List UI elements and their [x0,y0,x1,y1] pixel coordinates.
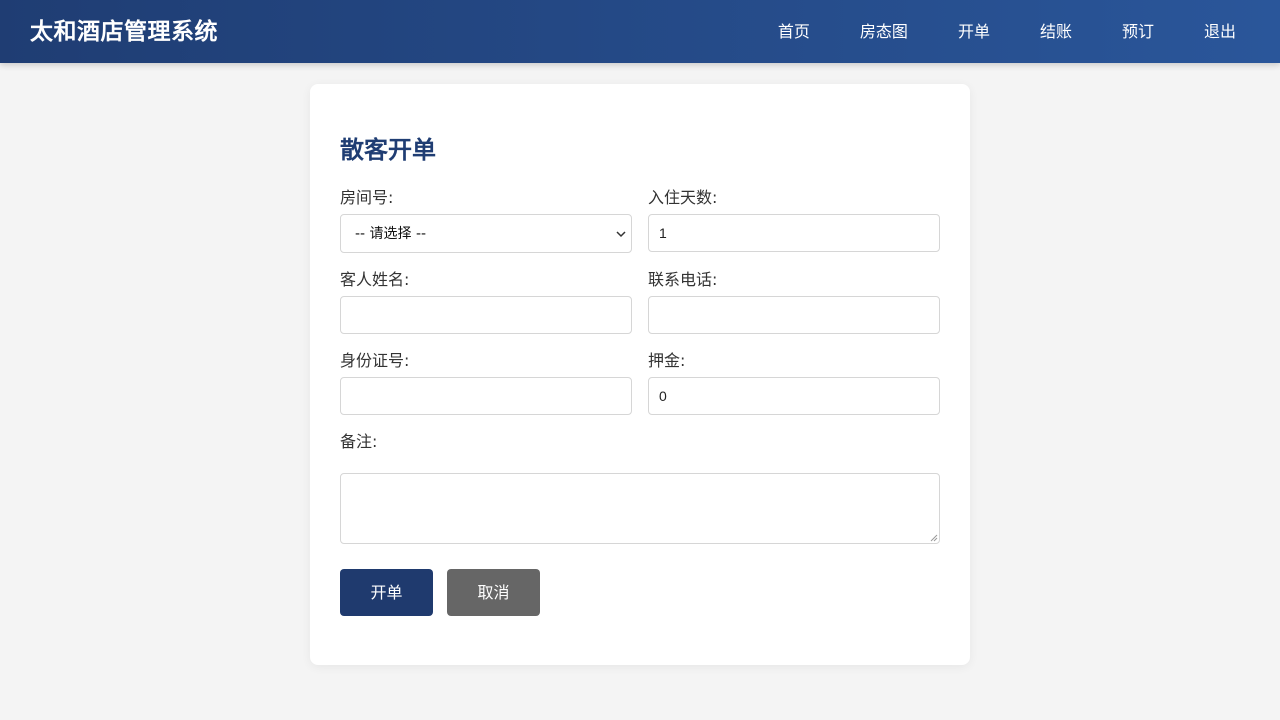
chevron-down-icon [616,231,626,238]
phone-input[interactable] [648,296,940,334]
nav-item-checkout[interactable]: 结账 [1040,0,1072,63]
phone-label: 联系电话: [648,270,718,289]
submit-open-bill-button[interactable]: 开单 [340,569,433,616]
walk-in-form-card: 散客开单 房间号: -- 请选择 -- 入住天数: 客人姓名: 联系电话: 身份… [310,84,970,665]
nav-item-reservation[interactable]: 预订 [1122,0,1154,63]
room-number-label: 房间号: [340,188,394,207]
room-number-selected-value: -- 请选择 -- [355,226,427,242]
form-title: 散客开单 [340,136,436,164]
id-number-input[interactable] [340,377,632,415]
main-nav: 首页 房态图 开单 结账 预订 退出 [778,0,1236,63]
guest-name-label: 客人姓名: [340,270,410,289]
nav-item-logout[interactable]: 退出 [1204,0,1236,63]
nav-item-home[interactable]: 首页 [778,0,810,63]
cancel-button[interactable]: 取消 [447,569,540,616]
guest-name-input[interactable] [340,296,632,334]
app-title: 太和酒店管理系统 [30,19,218,45]
deposit-label: 押金: [648,351,686,370]
id-number-label: 身份证号: [340,351,410,370]
nav-item-open-bill[interactable]: 开单 [958,0,990,63]
remark-label: 备注: [340,432,378,451]
nav-item-room-status[interactable]: 房态图 [860,0,908,63]
resize-grip-icon[interactable] [929,533,938,542]
remark-textarea[interactable] [340,473,940,544]
top-navigation-bar: 太和酒店管理系统 首页 房态图 开单 结账 预订 退出 [0,0,1280,63]
room-number-select[interactable]: -- 请选择 -- [340,214,632,253]
stay-days-input[interactable] [648,214,940,252]
stay-days-label: 入住天数: [648,188,718,207]
deposit-input[interactable] [648,377,940,415]
